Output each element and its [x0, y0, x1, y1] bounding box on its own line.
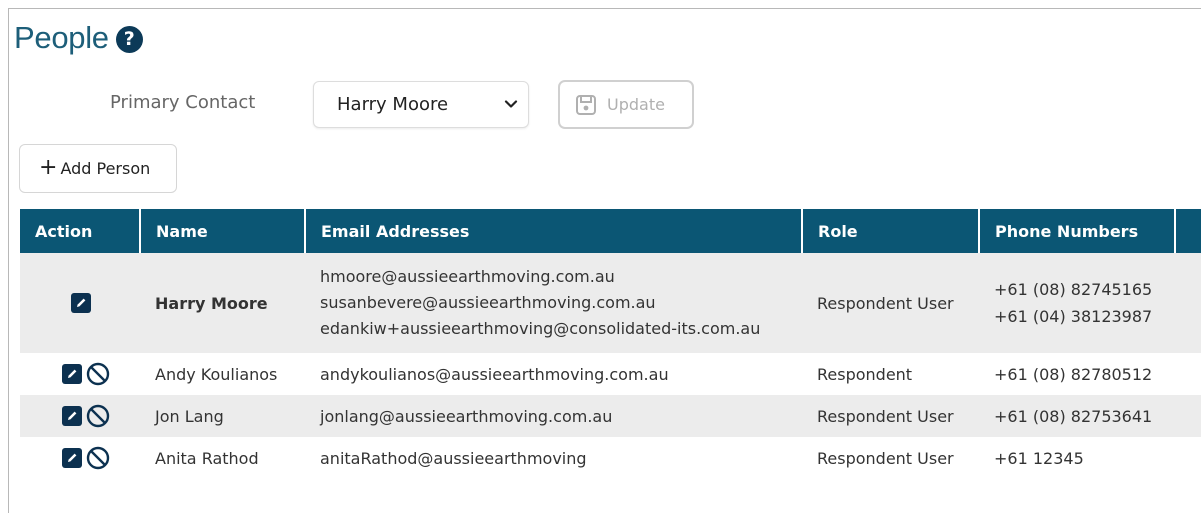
email-address: edankiw+aussieearthmoving@consolidated-i…	[320, 319, 761, 338]
extra-cell	[1175, 253, 1201, 353]
name-cell: Harry Moore	[140, 253, 305, 353]
primary-contact-label: Primary Contact	[110, 92, 256, 113]
save-icon	[576, 94, 596, 115]
block-icon[interactable]	[86, 446, 110, 470]
column-header-role: Role	[802, 209, 980, 253]
plus-icon: +	[39, 154, 58, 180]
email-cell: jonlang@aussieearthmoving.com.au	[305, 395, 802, 437]
phone-number: +61 (04) 38123987	[994, 307, 1153, 326]
column-header-email: Email Addresses	[305, 209, 803, 253]
phone-cell: +61 (08) 82745165 +61 (04) 38123987	[979, 253, 1175, 353]
people-table: Action Name Email Addresses Role Phone N…	[20, 209, 1201, 479]
phone-cell: +61 (08) 82753641	[979, 395, 1175, 437]
role-cell: Respondent User	[802, 437, 979, 479]
role-cell: Respondent User	[802, 253, 979, 353]
update-label: Update	[607, 95, 665, 114]
name-cell: Andy Koulianos	[140, 353, 305, 395]
edit-icon[interactable]	[62, 406, 82, 426]
column-header-phone: Phone Numbers	[979, 209, 1176, 253]
block-icon[interactable]	[86, 404, 110, 428]
email-address: hmoore@aussieearthmoving.com.au	[320, 267, 615, 286]
email-cell: andykoulianos@aussieearthmoving.com.au	[305, 353, 802, 395]
title-row: People ?	[14, 20, 143, 56]
extra-cell	[1175, 437, 1201, 479]
add-person-button[interactable]: + Add Person	[19, 144, 177, 193]
question-icon[interactable]: ?	[115, 25, 143, 53]
phone-cell: +61 (08) 82780512	[979, 353, 1175, 395]
extra-cell	[1175, 353, 1201, 395]
action-cell	[20, 353, 140, 395]
update-button[interactable]: Update	[558, 80, 694, 129]
table-row: Harry Moore hmoore@aussieearthmoving.com…	[20, 253, 1201, 353]
edit-icon[interactable]	[71, 293, 91, 313]
column-header-extra	[1175, 209, 1201, 253]
person-name: Harry Moore	[155, 293, 268, 313]
role-cell: Respondent User	[802, 395, 979, 437]
primary-contact-value: Harry Moore	[337, 94, 449, 115]
table-row: Anita Rathod anitaRathod@aussieearthmovi…	[20, 437, 1201, 479]
table-row: Jon Lang jonlang@aussieearthmoving.com.a…	[20, 395, 1201, 437]
phone-number: +61 (08) 82745165	[994, 280, 1153, 299]
action-cell	[20, 437, 140, 479]
phone-cell: +61 12345	[979, 437, 1175, 479]
column-header-name: Name	[140, 209, 306, 253]
email-cell: anitaRathod@aussieearthmoving	[305, 437, 802, 479]
email-address: susanbevere@aussieearthmoving.com.au	[320, 293, 656, 312]
table-row: Andy Koulianos andykoulianos@aussieearth…	[20, 353, 1201, 395]
block-icon[interactable]	[86, 362, 110, 386]
edit-icon[interactable]	[62, 364, 82, 384]
primary-contact-select[interactable]: Harry Moore	[313, 81, 529, 128]
email-cell: hmoore@aussieearthmoving.com.au susanbev…	[305, 253, 802, 353]
page-title: People	[14, 20, 109, 55]
column-header-action: Action	[20, 209, 141, 253]
role-cell: Respondent	[802, 353, 979, 395]
table-header-row: Action Name Email Addresses Role Phone N…	[20, 209, 1201, 253]
action-cell	[20, 395, 140, 437]
name-cell: Jon Lang	[140, 395, 305, 437]
name-cell: Anita Rathod	[140, 437, 305, 479]
add-person-label: Add Person	[60, 159, 151, 178]
chevron-down-icon	[504, 100, 518, 108]
edit-icon[interactable]	[62, 448, 82, 468]
action-cell	[20, 253, 140, 353]
extra-cell	[1175, 395, 1201, 437]
